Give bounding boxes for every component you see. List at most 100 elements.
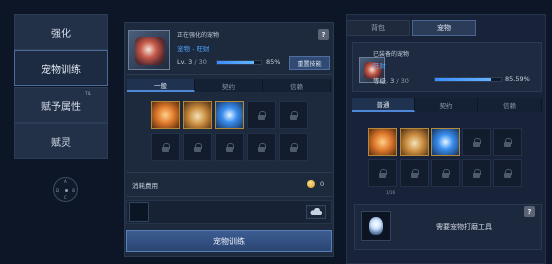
compass-label: B: [72, 188, 75, 193]
tab-pet[interactable]: 宠物: [412, 20, 476, 36]
nav-item-label: 赋灵: [51, 137, 71, 149]
crystal-icon: [369, 217, 383, 235]
skill-book-icon[interactable]: [400, 128, 429, 156]
lock-icon: [504, 168, 512, 178]
skill-slot-locked[interactable]: [247, 133, 276, 161]
lock-icon: [504, 137, 512, 147]
lock-icon: [411, 168, 419, 178]
tab-label: 背包: [371, 24, 385, 32]
pet-training-button-label: 宠物训练: [213, 236, 245, 246]
skill-slot-locked[interactable]: [493, 128, 522, 156]
cloud-icon[interactable]: [306, 205, 326, 219]
compass-icon: A B C D: [53, 177, 78, 202]
material-slot[interactable]: [129, 202, 149, 222]
nav-item-label: 宠物训练: [41, 64, 81, 76]
tab-trust[interactable]: 信赖: [263, 79, 331, 92]
compass-center: [65, 189, 68, 192]
skill-fist-icon[interactable]: [151, 101, 180, 129]
coin-icon: [307, 180, 315, 188]
compass-label: D: [56, 188, 60, 193]
skill-slot-locked[interactable]: [151, 133, 180, 161]
skill-slot-locked[interactable]: [279, 133, 308, 161]
training-tabs: 一般 契约 信赖: [127, 79, 331, 92]
tab-label: 普通: [376, 101, 390, 109]
equipped-level-label: 等级.: [373, 77, 389, 85]
lock-icon: [194, 142, 202, 152]
equipped-level-max: / 30: [396, 77, 409, 85]
cost-value: 0: [320, 180, 325, 188]
lock-icon: [379, 168, 387, 178]
training-progress-text: 85%: [266, 58, 281, 66]
lock-icon: [258, 142, 266, 152]
polish-tool-slot[interactable]: [361, 211, 391, 241]
compass-label: A: [64, 179, 67, 184]
pet-training-button[interactable]: 宠物训练: [126, 230, 332, 252]
nav-item-label: 强化: [51, 28, 71, 40]
tab-label: 信赖: [290, 82, 303, 91]
equipped-progress-text: 85.59%: [505, 75, 530, 83]
training-progress-fill: [217, 61, 255, 64]
equipped-tabs: 普通 契约 信赖: [352, 98, 542, 112]
skill-slot-locked[interactable]: [462, 159, 491, 187]
nav-item-attribute[interactable]: 赋予属性 TIL: [14, 87, 108, 123]
nav-item-spirit[interactable]: 赋灵: [14, 123, 108, 159]
tab-label: 契约: [222, 82, 235, 91]
nav-item-label: 赋予属性: [41, 101, 81, 113]
polish-tool-hint: 需要宠物打磨工具: [436, 223, 492, 231]
skill-fist-icon[interactable]: [368, 128, 397, 156]
equipped-progress-bar: [434, 77, 502, 82]
training-progress-bar: [216, 60, 262, 65]
tab-label: 契约: [439, 102, 453, 110]
equipped-progress-fill: [435, 78, 492, 81]
tab-contract[interactable]: 契约: [415, 98, 478, 112]
lock-icon: [442, 168, 450, 178]
training-status-label: 正在强化的宠物: [177, 32, 220, 39]
compass-label: C: [64, 195, 67, 200]
tab-label: 一般: [154, 81, 167, 90]
help-icon[interactable]: ?: [318, 29, 329, 40]
help-icon[interactable]: ?: [524, 206, 535, 217]
tab-label: 宠物: [437, 24, 451, 32]
nav-item-pet-training[interactable]: 宠物训练: [14, 50, 108, 86]
nav-item-enhance[interactable]: 强化: [14, 14, 108, 50]
tab-label: 信赖: [503, 102, 516, 110]
skill-slot-locked[interactable]: [247, 101, 276, 129]
skill-slot-locked[interactable]: [493, 159, 522, 187]
divider: [126, 74, 332, 75]
divider: [126, 196, 332, 197]
equipped-level-value: 3: [390, 77, 395, 85]
lock-icon: [258, 110, 266, 120]
tab-normal[interactable]: 普通: [352, 98, 415, 112]
nav-badge: TIL: [85, 91, 91, 96]
divider: [126, 172, 332, 173]
skill-slot-locked[interactable]: [368, 159, 397, 187]
reset-skills-button[interactable]: 重置技能: [289, 56, 330, 70]
skill-slot-locked[interactable]: [279, 101, 308, 129]
training-level-max: / 30: [194, 58, 207, 66]
tab-general[interactable]: 一般: [127, 79, 195, 92]
training-level-value: Lv. 3: [177, 58, 193, 66]
skill-slot-locked[interactable]: [215, 133, 244, 161]
skill-slot-locked[interactable]: [431, 159, 460, 187]
skill-slot-locked[interactable]: [400, 159, 429, 187]
lock-icon: [290, 110, 298, 120]
skill-slot-locked[interactable]: [462, 128, 491, 156]
pet-portrait: [128, 30, 170, 70]
lock-icon: [473, 137, 481, 147]
cost-label: 消耗费用: [132, 182, 158, 190]
lock-icon: [473, 168, 481, 178]
reset-skills-label: 重置技能: [297, 60, 322, 68]
equipped-level: 等级. 3 / 30: [373, 75, 409, 85]
skill-crossed-swords-icon[interactable]: [215, 101, 244, 129]
material-row: [126, 200, 332, 224]
tick-mark: 1/16: [386, 190, 395, 195]
tab-inventory[interactable]: 背包: [346, 20, 410, 36]
tab-trust[interactable]: 信赖: [478, 98, 542, 112]
skill-slot-locked[interactable]: [183, 133, 212, 161]
tab-contract[interactable]: 契约: [195, 79, 263, 92]
training-pet-name: 宠物 - 旺财: [177, 45, 210, 53]
pet-avatar-icon: [135, 37, 165, 65]
skill-book-icon[interactable]: [183, 101, 212, 129]
skill-crossed-swords-icon[interactable]: [431, 128, 460, 156]
training-level: Lv. 3 / 30: [177, 58, 207, 66]
